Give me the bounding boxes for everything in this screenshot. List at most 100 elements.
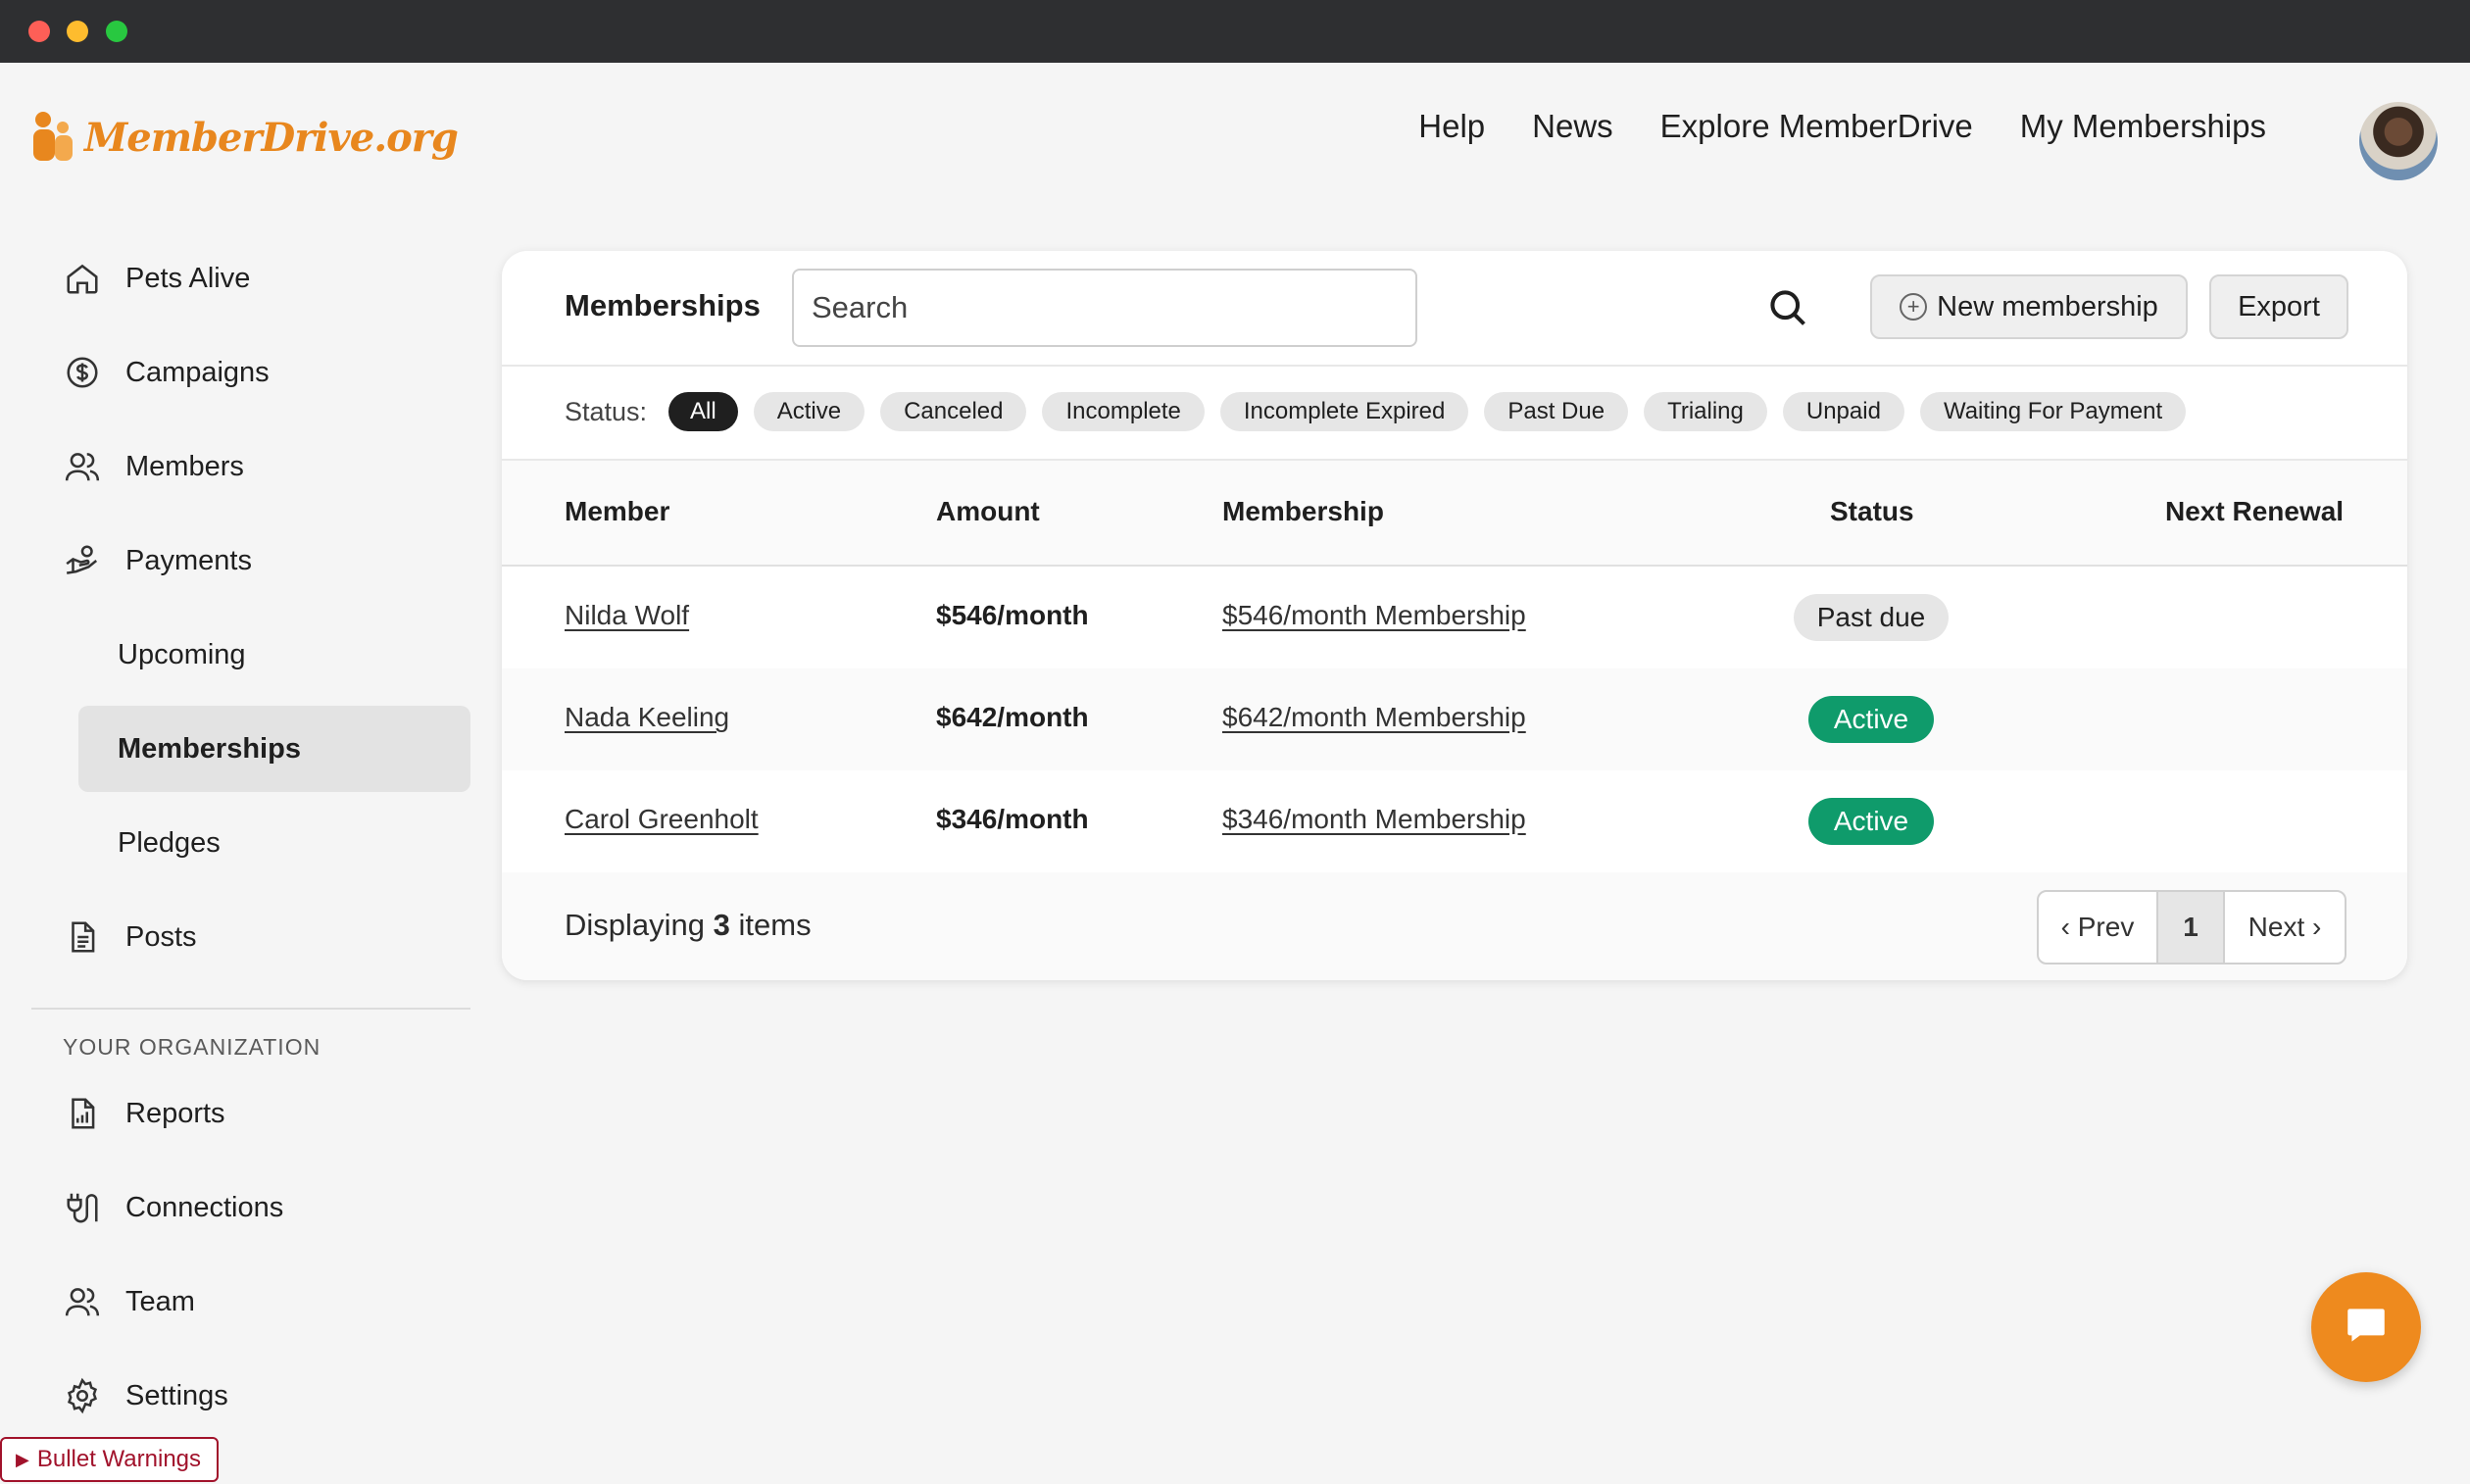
sidebar-item-settings[interactable]: Settings <box>31 1349 470 1443</box>
table-row: Carol Greenholt $346/month $346/month Me… <box>502 770 2407 872</box>
column-header-next-renewal[interactable]: Next Renewal <box>2165 496 2344 527</box>
filter-chip-trialing[interactable]: Trialing <box>1644 392 1767 431</box>
gear-icon <box>63 1376 102 1415</box>
prev-page-button[interactable]: ‹ Prev <box>2039 892 2158 963</box>
column-header-membership[interactable]: Membership <box>1222 496 1384 527</box>
sidebar-item-label: Settings <box>125 1379 228 1411</box>
sidebar-item-label: Campaigns <box>125 356 270 388</box>
filter-chip-all[interactable]: All <box>668 392 738 431</box>
sidebar-item-label: Connections <box>125 1191 284 1223</box>
sidebar-item-label: Pledges <box>118 826 221 859</box>
member-link[interactable]: Nilda Wolf <box>565 600 689 631</box>
filter-chip-incomplete[interactable]: Incomplete <box>1042 392 1205 431</box>
amount-cell: $346/month <box>936 804 1089 834</box>
status-badge: Active <box>1808 696 1934 743</box>
table-row: Nilda Wolf $546/month $546/month Members… <box>502 567 2407 668</box>
status-filter-label: Status: <box>565 396 648 426</box>
home-icon <box>63 259 102 298</box>
sidebar-item-campaigns[interactable]: Campaigns <box>31 325 470 420</box>
sidebar-item-label: Upcoming <box>118 638 246 670</box>
sidebar-item-label: Members <box>125 450 244 482</box>
new-membership-label: New membership <box>1937 290 2158 322</box>
sidebar-item-reports[interactable]: Reports <box>31 1066 470 1161</box>
sidebar-item-payments[interactable]: Payments <box>31 514 470 608</box>
card-header: Memberships + New membership Export <box>502 251 2407 367</box>
maximize-window-button[interactable] <box>106 21 127 42</box>
status-filter-bar: Status: All Active Canceled Incomplete I… <box>502 365 2407 461</box>
filter-chip-waiting-for-payment[interactable]: Waiting For Payment <box>1919 392 2187 431</box>
table-footer: Displaying 3 items ‹ Prev 1 Next › <box>502 872 2407 980</box>
new-membership-button[interactable]: + New membership <box>1870 274 2188 339</box>
dollar-circle-icon <box>63 353 102 392</box>
page-number-button[interactable]: 1 <box>2158 892 2225 963</box>
minimize-window-button[interactable] <box>67 21 88 42</box>
sidebar-item-memberships[interactable]: Memberships <box>78 706 470 792</box>
sidebar-item-posts[interactable]: Posts <box>31 890 470 984</box>
chat-button[interactable] <box>2311 1272 2421 1382</box>
nav-news-link[interactable]: News <box>1532 108 1613 145</box>
filter-chip-active[interactable]: Active <box>753 392 865 431</box>
filter-chip-past-due[interactable]: Past Due <box>1484 392 1629 431</box>
logo-text: MemberDrive.org <box>84 114 459 161</box>
top-navigation: Help News Explore MemberDrive My Members… <box>1418 108 2266 145</box>
sidebar-item-label: Memberships <box>118 732 301 765</box>
user-avatar[interactable] <box>2359 102 2438 180</box>
logo[interactable]: MemberDrive.org <box>29 110 459 165</box>
page-title: Memberships <box>565 288 761 322</box>
sidebar-divider <box>31 1008 470 1010</box>
membership-link[interactable]: $346/month Membership <box>1222 804 1526 835</box>
nav-my-memberships-link[interactable]: My Memberships <box>2020 108 2266 145</box>
close-window-button[interactable] <box>28 21 50 42</box>
window-titlebar <box>0 0 2470 63</box>
sidebar-item-label: Pets Alive <box>125 262 251 294</box>
membership-link[interactable]: $642/month Membership <box>1222 702 1526 733</box>
triangle-right-icon: ▶ <box>16 1449 29 1469</box>
member-link[interactable]: Carol Greenholt <box>565 804 759 835</box>
plug-icon <box>63 1188 102 1227</box>
table-header: Member Amount Membership Status Next Ren… <box>502 461 2407 567</box>
sidebar-item-upcoming[interactable]: Upcoming <box>31 608 470 702</box>
nav-explore-link[interactable]: Explore MemberDrive <box>1660 108 1973 145</box>
bullet-warnings-label: Bullet Warnings <box>36 1446 202 1472</box>
sidebar-item-label: Reports <box>125 1097 225 1129</box>
search-input[interactable] <box>792 269 1417 347</box>
next-page-button[interactable]: Next › <box>2225 892 2345 963</box>
item-count-text: Displaying 3 items <box>565 908 812 943</box>
section-label-organization: YOUR ORGANIZATION <box>63 1033 321 1060</box>
filter-chip-unpaid[interactable]: Unpaid <box>1782 392 1904 431</box>
bullet-warnings-toggle[interactable]: ▶ Bullet Warnings <box>0 1437 220 1482</box>
item-count-number: 3 <box>713 908 730 942</box>
sidebar-item-label: Payments <box>125 544 252 576</box>
sidebar-item-label: Posts <box>125 920 197 953</box>
filter-chip-incomplete-expired[interactable]: Incomplete Expired <box>1219 392 1469 431</box>
column-header-amount[interactable]: Amount <box>936 496 1040 527</box>
users-icon <box>63 1282 102 1321</box>
member-link[interactable]: Nada Keeling <box>565 702 729 733</box>
chat-bubble-icon <box>2342 1301 2391 1355</box>
search-icon[interactable] <box>1766 286 1809 329</box>
report-icon <box>63 1094 102 1133</box>
hand-coins-icon <box>63 541 102 580</box>
sidebar-item-members[interactable]: Members <box>31 420 470 514</box>
nav-help-link[interactable]: Help <box>1418 108 1485 145</box>
export-button[interactable]: Export <box>2209 274 2348 339</box>
memberships-card: Memberships + New membership Export Stat… <box>502 251 2407 980</box>
amount-cell: $546/month <box>936 600 1089 630</box>
column-header-member[interactable]: Member <box>565 496 669 527</box>
sidebar-item-pledges[interactable]: Pledges <box>31 796 470 890</box>
item-count-prefix: Displaying <box>565 908 706 942</box>
status-badge: Active <box>1808 798 1934 845</box>
sidebar-item-pets-alive[interactable]: Pets Alive <box>31 231 470 325</box>
users-icon <box>63 447 102 486</box>
sidebar-item-team[interactable]: Team <box>31 1255 470 1349</box>
logo-people-icon <box>29 110 78 165</box>
membership-link[interactable]: $546/month Membership <box>1222 600 1526 631</box>
sidebar-item-connections[interactable]: Connections <box>31 1161 470 1255</box>
status-badge: Past due <box>1794 594 1949 641</box>
filter-chip-canceled[interactable]: Canceled <box>880 392 1027 431</box>
pagination: ‹ Prev 1 Next › <box>2037 890 2346 965</box>
amount-cell: $642/month <box>936 702 1089 732</box>
plus-circle-icon: + <box>1900 293 1928 321</box>
sidebar-item-label: Team <box>125 1285 195 1317</box>
column-header-status[interactable]: Status <box>1830 496 1914 527</box>
